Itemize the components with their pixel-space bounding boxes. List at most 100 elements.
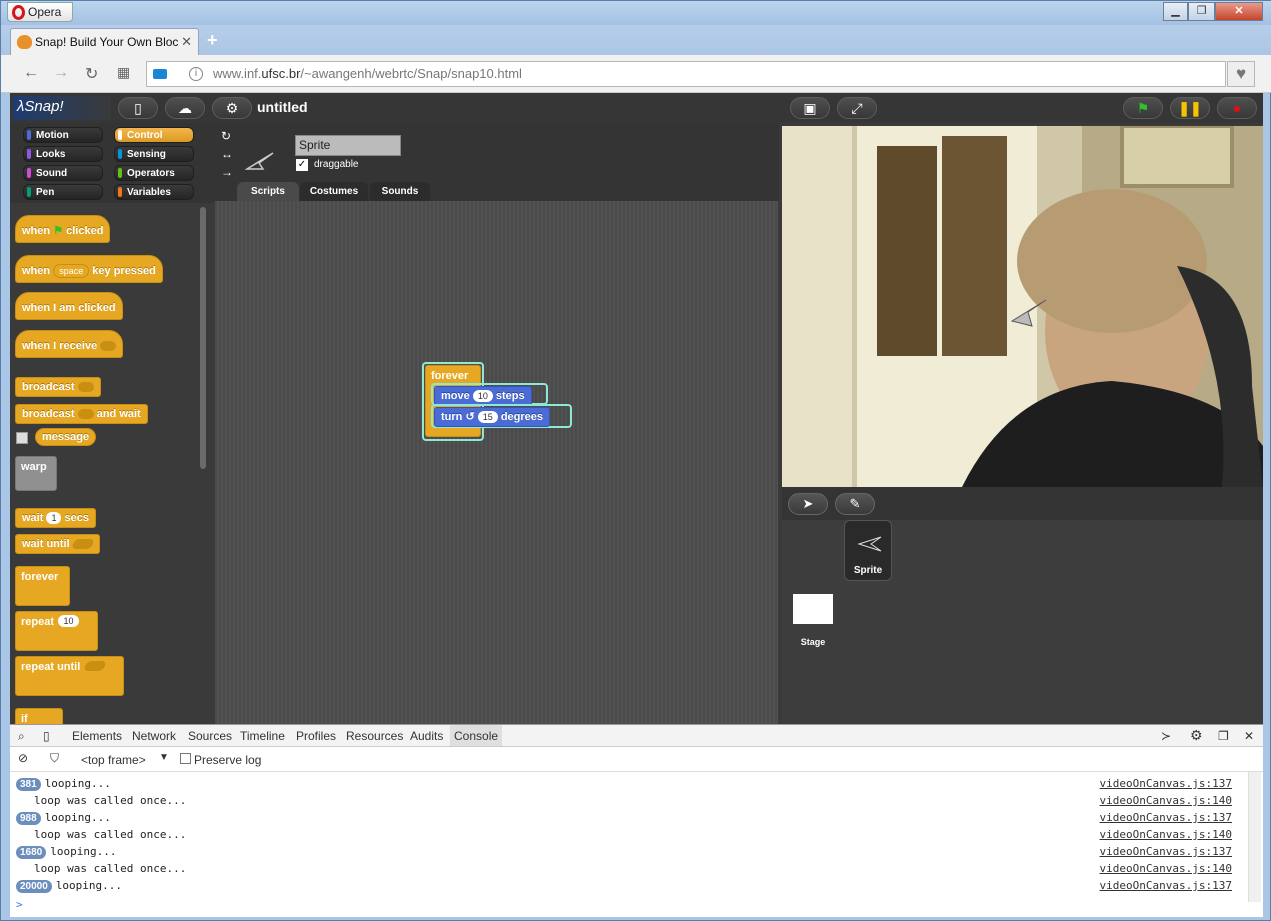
console-prompt[interactable]: > bbox=[16, 896, 1246, 913]
boolean-slot[interactable] bbox=[82, 660, 107, 671]
tab-costumes[interactable]: Costumes bbox=[300, 182, 368, 201]
tab-sounds[interactable]: Sounds bbox=[370, 182, 430, 201]
category-operators[interactable]: Operators bbox=[114, 165, 194, 181]
turn-degrees-input[interactable]: 15 bbox=[477, 411, 498, 424]
pause-button[interactable]: ❚❚ bbox=[1170, 97, 1210, 119]
stop-button[interactable]: ● bbox=[1217, 97, 1257, 119]
key-dropdown[interactable]: space bbox=[53, 264, 90, 279]
stage-video[interactable] bbox=[782, 126, 1263, 487]
broadcast-dropdown[interactable] bbox=[77, 409, 94, 420]
category-control[interactable]: Control bbox=[114, 127, 194, 143]
broadcast-and-wait-block[interactable]: broadcast and wait bbox=[15, 404, 148, 424]
devtools-close-icon[interactable]: ✕ bbox=[1244, 729, 1254, 743]
forever-block[interactable]: forever bbox=[15, 566, 70, 606]
file-menu-button[interactable]: ▯ bbox=[118, 97, 158, 119]
green-flag-button[interactable]: ⚑ bbox=[1123, 97, 1163, 119]
stage-size-button[interactable]: ▣ bbox=[790, 97, 830, 119]
site-info-icon[interactable]: i bbox=[189, 67, 203, 81]
message-watcher-checkbox[interactable] bbox=[16, 432, 28, 444]
console-source-link[interactable]: videoOnCanvas.js:140 bbox=[1100, 792, 1232, 809]
tab-timeline[interactable]: Timeline bbox=[240, 729, 285, 743]
if-block[interactable]: if bbox=[15, 708, 63, 724]
dock-icon[interactable]: ❐ bbox=[1218, 729, 1229, 743]
rotation-all-icon[interactable]: ↻ bbox=[221, 129, 231, 143]
tab-audits[interactable]: Audits bbox=[410, 729, 443, 743]
close-tab-icon[interactable]: ✕ bbox=[181, 29, 192, 55]
move-steps-block[interactable]: move 10 steps bbox=[434, 386, 532, 406]
when-i-am-clicked-block[interactable]: when I am clicked bbox=[15, 292, 123, 320]
stage-thumbnail[interactable] bbox=[793, 594, 833, 624]
tab-scripts[interactable]: Scripts bbox=[237, 182, 299, 201]
rotation-none-icon[interactable]: → bbox=[221, 165, 233, 179]
console-source-link[interactable]: videoOnCanvas.js:137 bbox=[1100, 877, 1232, 894]
category-sound[interactable]: Sound bbox=[23, 165, 103, 181]
paint-new-sprite-button[interactable]: ✎ bbox=[835, 493, 875, 515]
scripts-area[interactable]: forever move 10 steps turn ↺ 15 degrees bbox=[215, 201, 778, 724]
frame-selector[interactable]: <top frame> bbox=[81, 753, 146, 767]
category-motion[interactable]: Motion bbox=[23, 127, 103, 143]
minimize-button[interactable]: ▁ bbox=[1163, 2, 1188, 21]
repeat-block[interactable]: repeat 10 bbox=[15, 611, 98, 651]
broadcast-block[interactable]: broadcast bbox=[15, 377, 101, 397]
forward-icon[interactable]: → bbox=[53, 64, 69, 82]
tab-network[interactable]: Network bbox=[132, 729, 176, 743]
close-window-button[interactable]: ✕ bbox=[1215, 2, 1263, 21]
when-key-pressed-block[interactable]: when space key pressed bbox=[15, 255, 163, 283]
wait-secs-block[interactable]: wait 1 secs bbox=[15, 508, 97, 528]
console-source-link[interactable]: videoOnCanvas.js:137 bbox=[1100, 775, 1232, 792]
message-reporter[interactable]: message bbox=[35, 428, 97, 446]
tab-profiles[interactable]: Profiles bbox=[296, 729, 336, 743]
sprite-name-field[interactable]: Sprite bbox=[295, 135, 401, 156]
console-scrollbar[interactable] bbox=[1248, 772, 1261, 902]
category-looks[interactable]: Looks bbox=[23, 146, 103, 162]
category-variables[interactable]: Variables bbox=[114, 184, 194, 200]
sprite-thumbnail[interactable]: Sprite bbox=[844, 520, 892, 581]
speed-dial-icon[interactable]: ▦ bbox=[117, 64, 130, 81]
warp-block[interactable]: warp bbox=[15, 456, 57, 491]
tab-resources[interactable]: Resources bbox=[346, 729, 403, 743]
console-source-link[interactable]: videoOnCanvas.js:140 bbox=[1100, 860, 1232, 877]
turn-degrees-block[interactable]: turn ↺ 15 degrees bbox=[434, 407, 551, 427]
bookmark-heart-icon[interactable]: ♥ bbox=[1227, 61, 1255, 87]
preserve-log-checkbox[interactable] bbox=[180, 753, 191, 764]
console-source-link[interactable]: videoOnCanvas.js:137 bbox=[1100, 809, 1232, 826]
add-turtle-sprite-button[interactable]: ➤ bbox=[788, 493, 828, 515]
new-tab-button[interactable]: + bbox=[207, 31, 218, 49]
palette-scrollbar[interactable] bbox=[200, 207, 206, 469]
tab-console[interactable]: Console bbox=[450, 725, 503, 746]
broadcast-dropdown[interactable] bbox=[77, 382, 94, 393]
tab-elements[interactable]: Elements bbox=[72, 729, 122, 743]
when-i-receive-block[interactable]: when I receive bbox=[15, 330, 124, 358]
inspect-icon[interactable]: ⌕ bbox=[18, 729, 25, 744]
drawer-icon[interactable]: ≻ bbox=[1161, 729, 1171, 743]
wait-until-block[interactable]: wait until bbox=[15, 534, 100, 554]
clear-console-icon[interactable]: ⊘ bbox=[18, 751, 28, 765]
tab-sources[interactable]: Sources bbox=[188, 729, 232, 743]
browser-tab[interactable]: Snap! Build Your Own Bloc ✕ bbox=[10, 28, 199, 55]
console-source-link[interactable]: videoOnCanvas.js:137 bbox=[1100, 843, 1232, 860]
frame-dropdown-icon[interactable]: ▼ bbox=[159, 752, 169, 763]
cloud-button[interactable]: ☁ bbox=[165, 97, 205, 119]
filter-icon[interactable]: ⛉ bbox=[50, 751, 59, 766]
snap-logo[interactable]: λSnap! bbox=[13, 96, 111, 120]
fullscreen-button[interactable]: ⤢ bbox=[837, 97, 877, 119]
settings-button[interactable]: ⚙ bbox=[212, 97, 252, 119]
category-sensing[interactable]: Sensing bbox=[114, 146, 194, 162]
repeat-input[interactable]: 10 bbox=[58, 614, 79, 627]
opera-menu-button[interactable]: Opera bbox=[7, 2, 73, 22]
draggable-checkbox[interactable]: ✓ bbox=[296, 159, 308, 171]
wait-input[interactable]: 1 bbox=[46, 512, 62, 525]
boolean-slot[interactable] bbox=[70, 539, 95, 550]
devtools-settings-icon[interactable]: ⚙ bbox=[1190, 727, 1203, 744]
rotation-flip-icon[interactable]: ↔ bbox=[221, 147, 233, 161]
message-dropdown[interactable] bbox=[100, 341, 117, 352]
move-steps-input[interactable]: 10 bbox=[472, 390, 493, 403]
maximize-button[interactable]: ❐ bbox=[1188, 2, 1215, 21]
category-pen[interactable]: Pen bbox=[23, 184, 103, 200]
console-source-link[interactable]: videoOnCanvas.js:140 bbox=[1100, 826, 1232, 843]
reload-icon[interactable]: ↻ bbox=[85, 64, 98, 84]
back-icon[interactable]: ← bbox=[23, 64, 39, 82]
url-field[interactable]: i www.inf.ufsc.br/~awangenh/webrtc/Snap/… bbox=[146, 61, 1226, 87]
device-mode-icon[interactable]: ▯ bbox=[43, 729, 50, 743]
repeat-until-block[interactable]: repeat until bbox=[15, 656, 124, 696]
